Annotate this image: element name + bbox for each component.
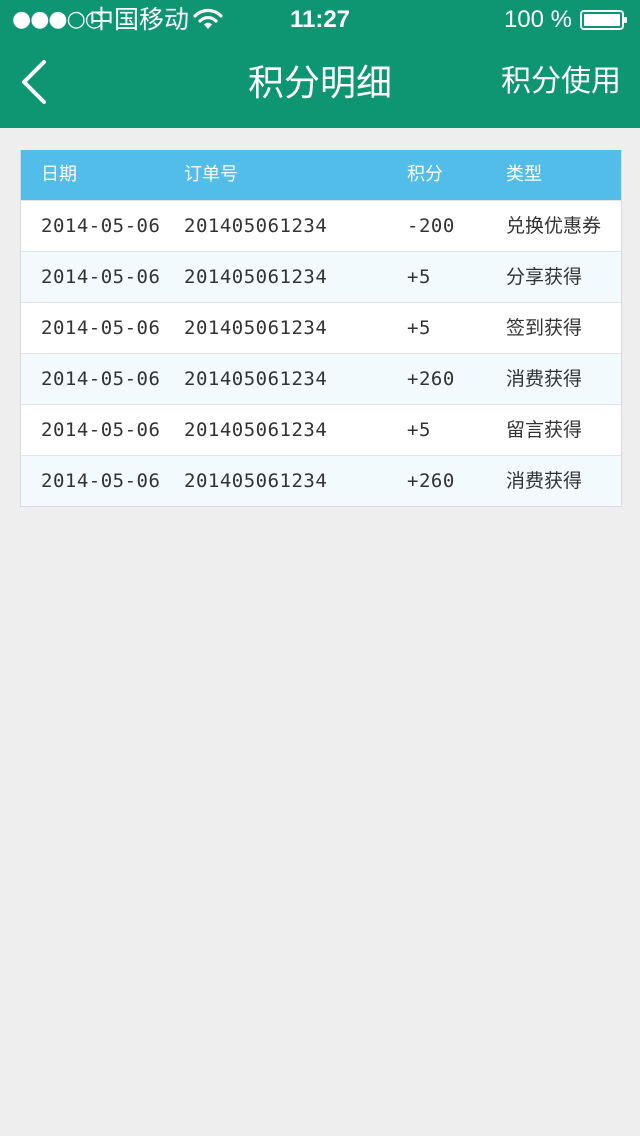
row-order-number: 201405061234 <box>184 215 328 237</box>
table-row: 2014-05-06 201405061234 +5 分享获得 <box>21 251 621 302</box>
row-type: 消费获得 <box>506 368 583 390</box>
row-type: 分享获得 <box>506 266 583 288</box>
row-date: 2014-05-06 <box>41 215 161 237</box>
status-bar: ●●●○○ 中国移动 11:27 100 % <box>0 0 640 40</box>
column-header-points: 积分 <box>407 164 443 185</box>
table-row: 2014-05-06 201405061234 +260 消费获得 <box>21 353 621 404</box>
row-type: 兑换优惠券 <box>506 215 602 237</box>
row-points: +260 <box>407 470 455 492</box>
row-points: -200 <box>407 215 455 237</box>
row-order-number: 201405061234 <box>184 317 328 339</box>
row-order-number: 201405061234 <box>184 419 328 441</box>
row-date: 2014-05-06 <box>41 317 161 339</box>
battery-percent: 100 % <box>503 6 572 33</box>
row-type: 留言获得 <box>506 419 583 441</box>
points-table: 日期 订单号 积分 类型 2014-05-06 201405061234 -20… <box>20 150 622 507</box>
column-header-order: 订单号 <box>184 164 238 185</box>
row-order-number: 201405061234 <box>184 470 328 492</box>
points-usage-button[interactable]: 积分使用 <box>501 62 621 102</box>
row-date: 2014-05-06 <box>41 470 161 492</box>
row-points: +5 <box>407 317 431 339</box>
row-points: +260 <box>407 368 455 390</box>
row-date: 2014-05-06 <box>41 419 161 441</box>
row-order-number: 201405061234 <box>184 368 328 390</box>
row-order-number: 201405061234 <box>184 266 328 288</box>
battery-icon <box>580 10 627 30</box>
app-header: ●●●○○ 中国移动 11:27 100 % 积分明细 积分使用 <box>0 0 640 128</box>
row-date: 2014-05-06 <box>41 266 161 288</box>
table-header: 日期 订单号 积分 类型 <box>21 150 621 200</box>
column-header-type: 类型 <box>506 164 542 185</box>
row-date: 2014-05-06 <box>41 368 161 390</box>
row-points: +5 <box>407 266 431 288</box>
table-row: 2014-05-06 201405061234 +260 消费获得 <box>21 455 621 506</box>
column-header-date: 日期 <box>41 164 77 185</box>
table-row: 2014-05-06 201405061234 +5 签到获得 <box>21 302 621 353</box>
row-points: +5 <box>407 419 431 441</box>
table-row: 2014-05-06 201405061234 +5 留言获得 <box>21 404 621 455</box>
row-type: 消费获得 <box>506 470 583 492</box>
table-row: 2014-05-06 201405061234 -200 兑换优惠券 <box>21 200 621 251</box>
row-type: 签到获得 <box>506 317 583 339</box>
